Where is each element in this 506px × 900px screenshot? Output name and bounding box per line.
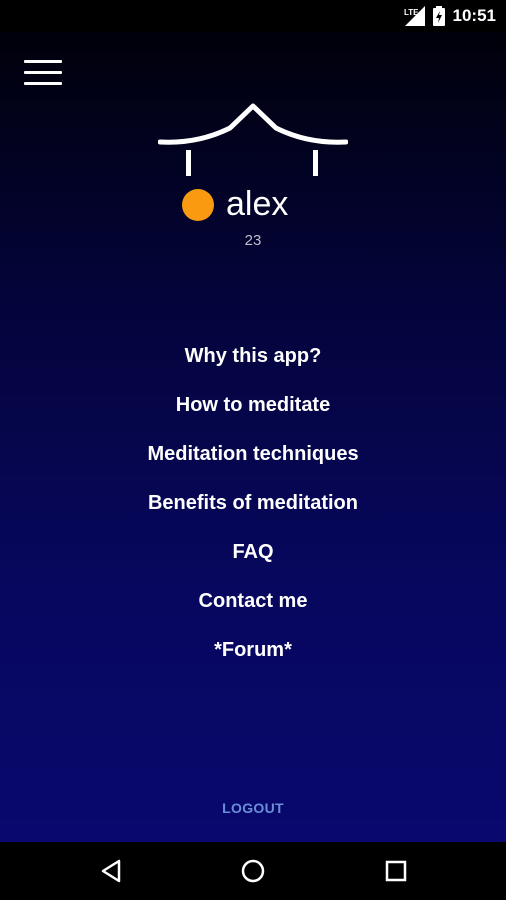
recents-icon[interactable] (381, 856, 411, 886)
back-icon[interactable] (97, 856, 127, 886)
menu-item-faq[interactable]: FAQ (0, 536, 506, 585)
home-icon[interactable] (238, 856, 268, 886)
app-screen: LTE 10:51 alex 23 Why this app? How to m… (0, 0, 506, 842)
signal-icon: LTE (403, 6, 425, 26)
status-icons: LTE 10:51 (403, 6, 496, 26)
menu-item-why-this-app[interactable]: Why this app? (0, 340, 506, 389)
network-type-label: LTE (404, 8, 419, 17)
hamburger-menu-icon[interactable] (24, 58, 64, 88)
logout-button[interactable]: LOGOUT (0, 800, 506, 816)
menu-list: Why this app? How to meditate Meditation… (0, 340, 506, 683)
menu-item-contact[interactable]: Contact me (0, 585, 506, 634)
menu-item-benefits[interactable]: Benefits of meditation (0, 487, 506, 536)
user-name: alex (226, 185, 289, 223)
status-time: 10:51 (452, 6, 496, 25)
pagoda-roof-logo (158, 103, 348, 176)
menu-item-how-to-meditate[interactable]: How to meditate (0, 389, 506, 438)
avatar (182, 189, 214, 221)
user-age: 23 (244, 232, 262, 249)
menu-item-meditation-techniques[interactable]: Meditation techniques (0, 438, 506, 487)
status-bar: LTE 10:51 (0, 0, 506, 32)
battery-icon (432, 6, 445, 26)
menu-item-forum[interactable]: *Forum* (0, 634, 506, 683)
navigation-bar (0, 842, 506, 900)
